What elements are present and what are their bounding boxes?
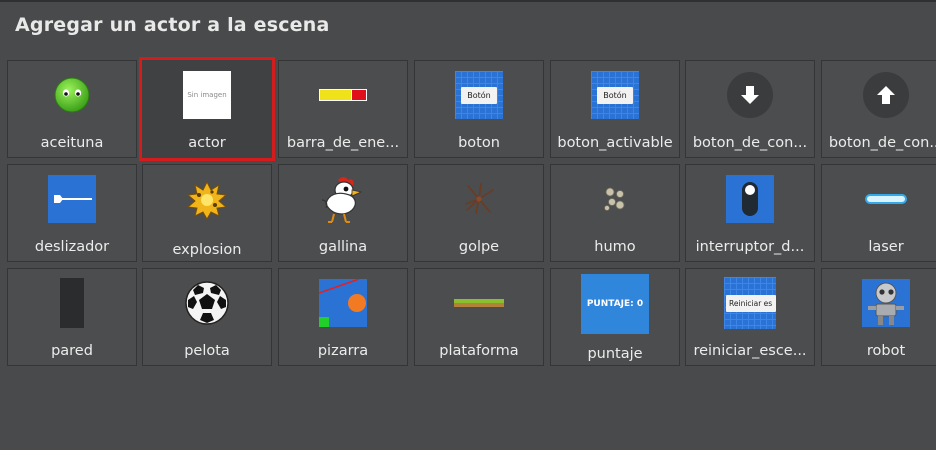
actor-tile-reiniciar-escena[interactable]: Reiniciar es reiniciar_esce... [685,268,815,366]
toggle-button-icon: Botón [587,67,643,123]
actor-label: boton_activable [557,135,673,151]
actor-label: gallina [318,239,368,255]
actor-label: boton [458,135,500,151]
actor-tile-pelota[interactable]: pelota [142,268,272,366]
explosion-icon [179,171,235,227]
dialog-title: Agregar un actor a la escena [15,14,330,36]
actor-tile-boton[interactable]: Botón boton [414,60,544,158]
actor-label: pared [51,343,93,359]
arrow-down-button-icon [722,67,778,123]
top-border [0,0,936,2]
hit-icon [451,171,507,227]
actor-tile-barra-de-energia[interactable]: barra_de_ene... [278,60,408,158]
actor-label: barra_de_ene... [286,135,400,151]
actor-tile-interruptor-de-gravedad[interactable]: interruptor_d... [685,164,815,262]
actor-label: boton_de_con... [692,135,808,151]
energy-bar-icon [315,67,371,123]
actor-label: laser [868,239,904,255]
soccer-ball-icon [179,275,235,331]
actor-tile-laser[interactable]: laser [821,164,936,262]
actor-label: robot [866,343,906,359]
slider-icon [44,171,100,227]
actor-label: puntaje [587,346,643,362]
actor-tile-boton-de-control-abajo[interactable]: boton_de_con... [685,60,815,158]
olive-icon [44,67,100,123]
actor-label: humo [594,239,636,255]
laser-icon [858,171,914,227]
actor-label: reiniciar_esce... [693,343,807,359]
actor-tile-boton-activable[interactable]: Botón boton_activable [550,60,680,158]
wall-icon [44,275,100,331]
actor-tile-explosion[interactable]: explosion [142,164,272,262]
actor-label: golpe [458,239,500,255]
actor-label: pelota [184,343,230,359]
actor-label: actor [188,135,226,151]
actor-tile-pared[interactable]: pared [7,268,137,366]
actor-tile-golpe[interactable]: golpe [414,164,544,262]
actor-tile-humo[interactable]: humo [550,164,680,262]
actor-tile-gallina[interactable]: gallina [278,164,408,262]
restart-scene-icon: Reiniciar es [722,275,778,331]
actor-label: plataforma [439,343,519,359]
actor-label: pizarra [317,343,369,359]
score-icon: PUNTAJE: 0 [580,273,650,335]
no-image-icon: Sin imagen [179,67,235,123]
actor-tile-pizarra[interactable]: pizarra [278,268,408,366]
smoke-icon [587,171,643,227]
actor-label: aceituna [40,135,104,151]
actor-label: boton_de_con... [828,135,936,151]
actor-tile-plataforma[interactable]: plataforma [414,268,544,366]
platform-icon [451,275,507,331]
actor-tile-aceituna[interactable]: aceituna [7,60,137,158]
actor-label: explosion [172,242,242,258]
actor-label: interruptor_d... [695,239,805,255]
actor-tile-boton-de-control-arriba[interactable]: boton_de_con... [821,60,936,158]
switch-icon [722,171,778,227]
chicken-icon [315,171,371,227]
actor-label: deslizador [34,239,110,255]
button-icon: Botón [451,67,507,123]
actor-tile-robot[interactable]: robot [821,268,936,366]
robot-icon [858,275,914,331]
actor-tile-actor[interactable]: Sin imagen actor [142,60,272,158]
actor-tile-deslizador[interactable]: deslizador [7,164,137,262]
actor-tile-puntaje[interactable]: PUNTAJE: 0 puntaje [550,268,680,366]
arrow-up-button-icon [858,67,914,123]
blackboard-icon [315,275,371,331]
